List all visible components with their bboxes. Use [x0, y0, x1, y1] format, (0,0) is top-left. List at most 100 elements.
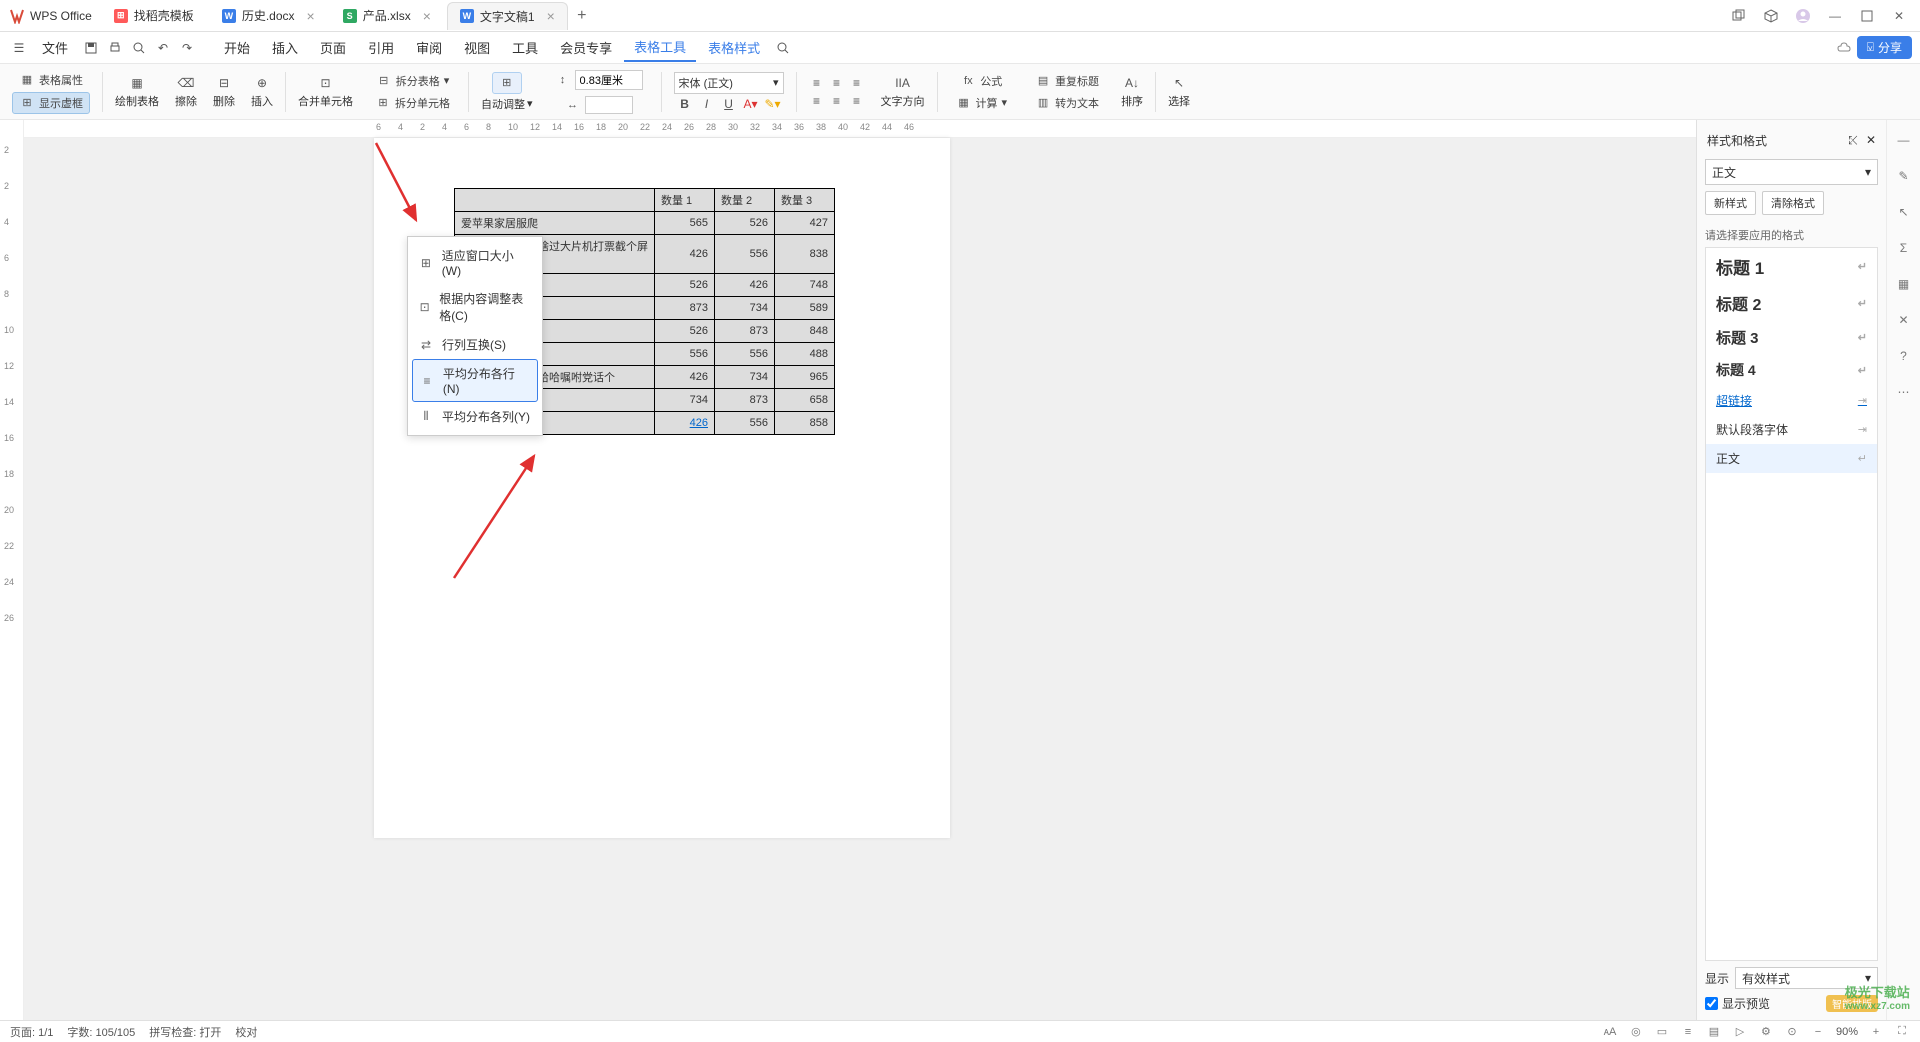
table-cell[interactable]: 838 [775, 235, 835, 274]
table-cell[interactable]: 488 [775, 343, 835, 366]
table-cell[interactable]: 658 [775, 389, 835, 412]
target-icon[interactable]: ⊙ [1784, 1024, 1800, 1040]
table-row[interactable]: 爱苹果家居服爬565526427 [455, 212, 835, 235]
table-header[interactable]: 数量 2 [715, 189, 775, 212]
align-center-icon[interactable]: ≡ [829, 93, 845, 109]
delete-icon[interactable]: ⊟ [216, 75, 232, 91]
save-icon[interactable] [80, 37, 102, 59]
style-item[interactable]: 默认段落字体⇥ [1706, 415, 1877, 444]
table-cell[interactable]: 858 [775, 412, 835, 435]
style-item[interactable]: 标题 3↵ [1706, 321, 1877, 354]
proof-status[interactable]: 校对 [235, 1024, 257, 1040]
tab-product[interactable]: S 产品.xlsx × [331, 2, 443, 30]
align-bot-icon[interactable]: ≡ [849, 75, 865, 91]
file-menu[interactable]: 文件 [32, 34, 78, 61]
page-status[interactable]: 页面: 1/1 [10, 1024, 53, 1040]
style-item[interactable]: 标题 1↵ [1706, 248, 1877, 285]
menu-reference[interactable]: 引用 [358, 34, 404, 61]
aa-icon[interactable]: ᴀA [1602, 1024, 1618, 1040]
split-cells-button[interactable]: ⊞拆分单元格 [369, 93, 456, 113]
view-outline-icon[interactable]: ≡ [1680, 1024, 1696, 1040]
help-icon[interactable]: ? [1894, 346, 1914, 366]
underline-icon[interactable]: U [721, 96, 737, 112]
cloud-icon[interactable] [1833, 37, 1855, 59]
preview-checkbox[interactable] [1705, 997, 1718, 1010]
col-width-input[interactable] [585, 96, 633, 114]
print-preview-icon[interactable] [128, 37, 150, 59]
fit-window-item[interactable]: ⊞适应窗口大小(W) [408, 241, 542, 284]
select-icon[interactable]: ↖ [1171, 75, 1187, 91]
tab-document1[interactable]: W 文字文稿1 × [447, 2, 568, 30]
table-cell[interactable]: 526 [655, 320, 715, 343]
zoom-value[interactable]: 90% [1836, 1026, 1858, 1038]
align-left-icon[interactable]: ≡ [809, 93, 825, 109]
table-cell[interactable]: 556 [655, 343, 715, 366]
table-cell[interactable]: 848 [775, 320, 835, 343]
tools-icon[interactable]: ✕ [1894, 310, 1914, 330]
table-cell[interactable]: 426 [655, 412, 715, 435]
more-icon[interactable]: ⋯ [1894, 382, 1914, 402]
settings-icon[interactable]: ⚙ [1758, 1024, 1774, 1040]
edit-tool-icon[interactable]: ✎ [1894, 166, 1914, 186]
undo-icon[interactable]: ↶ [152, 37, 174, 59]
view-page-icon[interactable]: ▭ [1654, 1024, 1670, 1040]
fullscreen-icon[interactable]: ⛶ [1894, 1024, 1910, 1040]
formula-button[interactable]: fx公式 [954, 71, 1008, 91]
table-cell[interactable]: 427 [775, 212, 835, 235]
table-cell[interactable]: 565 [655, 212, 715, 235]
style-item[interactable]: 标题 4↵ [1706, 354, 1877, 386]
table-cell[interactable]: 526 [715, 212, 775, 235]
menu-review[interactable]: 审阅 [406, 34, 452, 61]
table-cell[interactable]: 734 [715, 297, 775, 320]
close-window-icon[interactable]: ✕ [1890, 7, 1908, 25]
table-cell[interactable]: 爱苹果家居服爬 [455, 212, 655, 235]
align-right-icon[interactable]: ≡ [849, 93, 865, 109]
dist-cols-item[interactable]: ⦀平均分布各列(Y) [408, 402, 542, 431]
table-cell[interactable]: 589 [775, 297, 835, 320]
sort-icon[interactable]: A↓ [1124, 75, 1140, 91]
table-header[interactable]: 数量 3 [775, 189, 835, 212]
close-icon[interactable]: × [423, 8, 431, 24]
cube-icon[interactable] [1762, 7, 1780, 25]
word-count[interactable]: 字数: 105/105 [67, 1024, 135, 1040]
style-item[interactable]: 超链接⇥ [1706, 386, 1877, 415]
maximize-icon[interactable] [1858, 7, 1876, 25]
tab-history[interactable]: W 历史.docx × [210, 2, 327, 30]
table-cell[interactable]: 734 [715, 366, 775, 389]
font-select[interactable]: 宋体 (正文)▾ [674, 72, 784, 94]
table-cell[interactable]: 873 [715, 389, 775, 412]
highlight-icon[interactable]: ✎▾ [765, 96, 781, 112]
swap-rc-item[interactable]: ⇄行列互换(S) [408, 330, 542, 359]
show-border-button[interactable]: ⊞显示虚框 [12, 92, 90, 114]
close-panel-icon[interactable]: ✕ [1866, 133, 1876, 148]
close-icon[interactable]: × [547, 8, 555, 24]
zoom-in-button[interactable]: + [1868, 1024, 1884, 1040]
align-top-icon[interactable]: ≡ [809, 75, 825, 91]
view-web-icon[interactable]: ▤ [1706, 1024, 1722, 1040]
table-cell[interactable]: 748 [775, 274, 835, 297]
gallery-tool-icon[interactable]: ▦ [1894, 274, 1914, 294]
menu-member[interactable]: 会员专享 [550, 34, 622, 61]
autofit-button[interactable]: ⊞ [492, 72, 522, 94]
search-icon[interactable] [772, 37, 794, 59]
menu-view[interactable]: 视图 [454, 34, 500, 61]
table-cell[interactable]: 873 [655, 297, 715, 320]
table-cell[interactable]: 426 [655, 235, 715, 274]
minimize-icon[interactable]: — [1826, 7, 1844, 25]
clear-format-button[interactable]: 清除格式 [1762, 191, 1824, 215]
play-icon[interactable]: ▷ [1732, 1024, 1748, 1040]
draw-table-icon[interactable]: ▦ [129, 75, 145, 91]
new-style-button[interactable]: 新样式 [1705, 191, 1756, 215]
table-cell[interactable]: 873 [715, 320, 775, 343]
table-cell[interactable]: 426 [655, 366, 715, 389]
menu-table-tools[interactable]: 表格工具 [624, 33, 696, 62]
split-table-button[interactable]: ⊟拆分表格 ▾ [370, 71, 456, 91]
menu-hamburger-icon[interactable]: ☰ [8, 37, 30, 59]
style-item[interactable]: 标题 2↵ [1706, 285, 1877, 321]
canvas[interactable]: 6424681012141618202224262830323436384042… [24, 120, 1696, 1020]
fit-content-item[interactable]: ⊡根据内容调整表格(C) [408, 284, 542, 330]
focus-icon[interactable]: ◎ [1628, 1024, 1644, 1040]
table-cell[interactable]: 556 [715, 343, 775, 366]
menu-insert[interactable]: 插入 [262, 34, 308, 61]
menu-page[interactable]: 页面 [310, 34, 356, 61]
